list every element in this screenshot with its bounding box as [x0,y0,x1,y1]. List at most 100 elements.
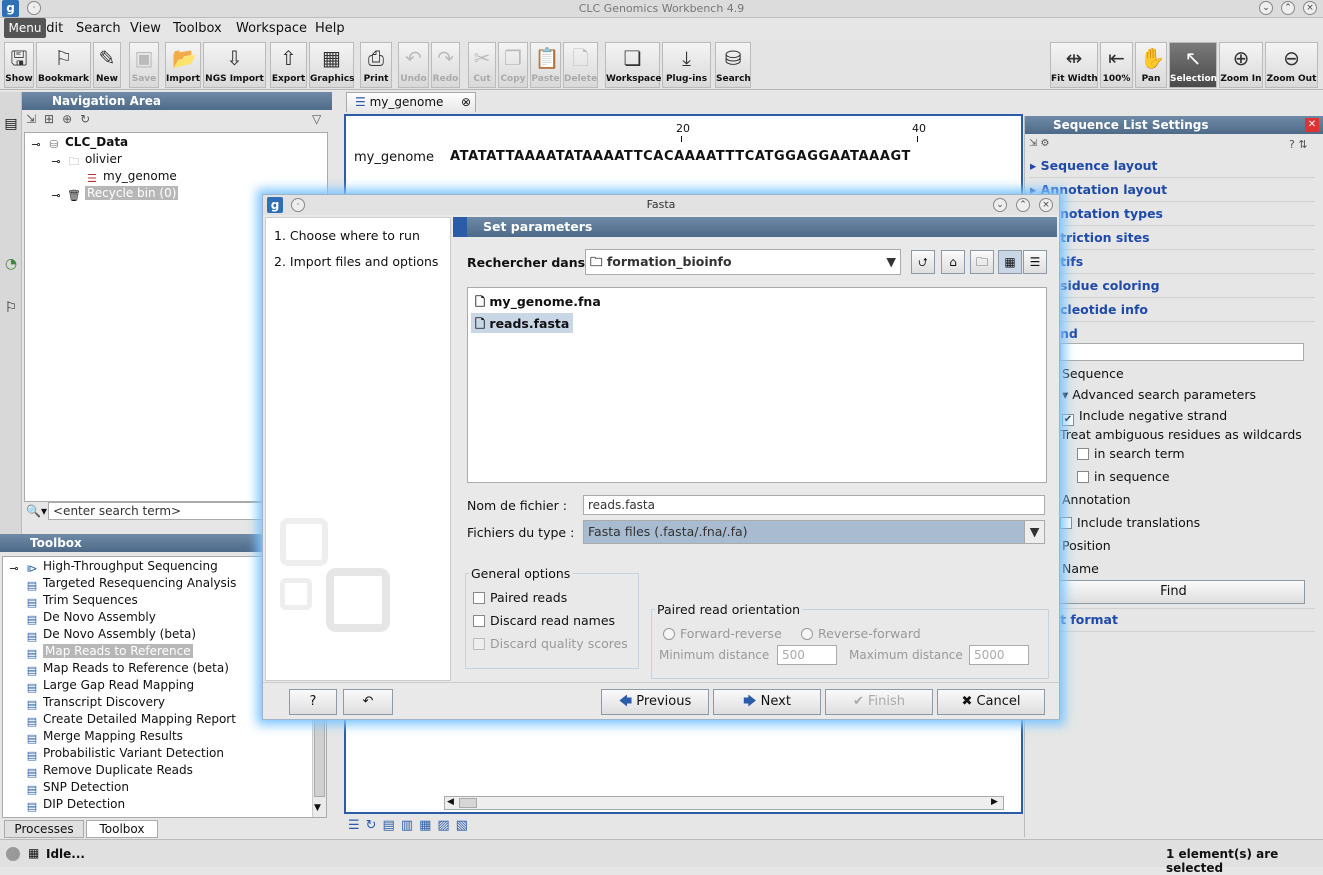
save-button[interactable]: ▣ Save [129,42,159,88]
delete-button[interactable]: 🗋 Delete [563,42,598,88]
toolbox-item[interactable]: ▤ Merge Mapping Results [25,729,183,746]
search-icon[interactable]: 🔍▾ [26,504,47,518]
section-sequence-layout[interactable]: ▸ Sequence layout [1030,158,1158,173]
toolbox-item[interactable]: ▤ Remove Duplicate Reads [25,763,193,780]
toolbox-item[interactable]: ▤ Probabilistic Variant Detection [25,746,224,763]
scroll-down-icon[interactable]: ▼ [314,803,321,813]
print-button[interactable]: ⎙ Print [360,42,392,88]
dialog-minimize-button[interactable]: ⌄ [993,198,1007,212]
scrollbar-thumb[interactable] [459,798,477,808]
menu-help[interactable]: Help [315,21,345,36]
close-tab-icon[interactable]: ⊗ [461,93,471,112]
settings-help-icon[interactable]: ? ⇅ [1289,138,1308,151]
tree-root[interactable]: ⊸ ⛁ CLC_Data [29,135,128,152]
filename-input[interactable]: reads.fasta [583,495,1045,515]
toolbox-category[interactable]: ⊸ ⧐ High-Throughput Sequencing [7,559,217,576]
find-input[interactable] [1060,343,1304,361]
discard-read-names-checkbox[interactable]: Discard read names [473,613,615,628]
toolbox-item[interactable]: ▤ Trim Sequences [25,593,138,610]
paste-button[interactable]: 📋 Paste [530,42,561,88]
minimize-button[interactable]: ⌄ [1259,1,1273,15]
cancel-button[interactable]: ✖ Cancel [937,689,1045,715]
toolbox-item[interactable]: ▤ Create Detailed Mapping Report [25,712,236,729]
toolbox-item[interactable]: ▤ Transcript Discovery [25,695,165,712]
in-sequence-checkbox[interactable]: in sequence [1077,469,1170,484]
scrollbar-thumb[interactable] [314,707,325,797]
list-view-button[interactable]: ▦ [998,250,1022,274]
tab-processes[interactable]: Processes [4,820,84,838]
horizontal-scrollbar[interactable]: ◀ ▶ [444,796,1004,810]
navigation-toolbar[interactable]: ⇲⊞⊕↻ [26,112,98,128]
graphics-button[interactable]: ▦ Graphics [309,42,355,88]
option-name[interactable]: Name [1062,561,1099,576]
bookmark-button[interactable]: ⚐ Bookmark [36,42,91,88]
discard-quality-checkbox[interactable]: Discard quality scores [473,636,628,651]
selection-button[interactable]: ↖ Selection [1169,42,1217,88]
section-nucleotide-info[interactable]: cleotide info [1060,302,1148,317]
section-motifs[interactable]: tifs [1060,254,1083,269]
dialog-menu-button[interactable]: · [291,198,305,212]
paired-reads-checkbox[interactable]: Paired reads [473,590,567,605]
find-button[interactable]: Find [1042,580,1305,604]
cut-button[interactable]: ✂ Cut [468,42,496,88]
filter-icon[interactable]: ▽ [312,112,321,126]
section-annotation-types[interactable]: notation types [1060,206,1163,221]
history-dock-icon[interactable]: ◔ [2,256,20,276]
ngs-import-button[interactable]: ⇩ NGS Import [203,42,266,88]
plugins-button[interactable]: ⤓ Plug-ins [662,42,711,88]
zoom-100-button[interactable]: ⇤ 100% [1100,42,1133,88]
min-distance-input[interactable]: 500 [777,645,837,665]
home-button[interactable]: ⌂ [941,250,965,274]
workspace-button[interactable]: ❏ Workspace [605,42,662,88]
show-button[interactable]: 🖫 Show [4,42,34,88]
import-button[interactable]: 📂 Import [165,42,201,88]
next-button[interactable]: 🡆 Next [713,689,821,715]
forward-reverse-radio[interactable]: Forward-reverse [663,626,782,641]
finish-button[interactable]: ✔ Finish [825,689,933,715]
advanced-search-toggle[interactable]: ▾ Advanced search parameters [1062,387,1256,402]
tab-toolbox[interactable]: Toolbox [86,820,158,838]
sequence-residues[interactable]: ATATATTAAAATATAAAATTCACAAAATTTCATGGAGGAA… [450,149,911,164]
reverse-forward-radio[interactable]: Reverse-forward [801,626,921,641]
help-button[interactable]: ? [289,689,337,715]
tree-recycle-bin[interactable]: ⊸ 🗑 Recycle bin (0) [49,186,179,203]
new-folder-button[interactable]: 🗀 [970,250,994,274]
section-restriction-sites[interactable]: triction sites [1060,230,1150,245]
scroll-right-icon[interactable]: ▶ [991,797,998,807]
menu-view[interactable]: View [130,21,161,36]
toolbox-item[interactable]: ▤ Large Gap Read Mapping [25,678,194,695]
undo-button[interactable]: ↶ Undo [398,42,429,88]
toolbox-item[interactable]: ▤ Map Reads to Reference (beta) [25,661,229,678]
redo-button[interactable]: ↷ Redo [431,42,460,88]
details-view-button[interactable]: ☰ [1023,250,1047,274]
previous-button[interactable]: 🡄 Previous [601,689,709,715]
new-button[interactable]: ✎ New [93,42,121,88]
menu-workspace[interactable]: Workspace [236,21,307,36]
up-folder-button[interactable]: ⮍ [911,250,935,274]
scroll-left-icon[interactable]: ◀ [447,797,454,807]
file-item-my-genome[interactable]: 🗋 my_genome.fna [471,291,605,311]
bookmark-dock-icon[interactable]: ⚐ [2,300,20,320]
maximize-button[interactable]: ⌃ [1281,1,1295,15]
fit-width-button[interactable]: ⇹ Fit Width [1050,42,1098,88]
max-distance-input[interactable]: 5000 [969,645,1029,665]
option-annotation[interactable]: Annotation [1062,492,1131,507]
zoom-out-button[interactable]: ⊖ Zoom Out [1265,42,1318,88]
section-find[interactable]: nd [1060,326,1078,341]
zoom-in-button[interactable]: ⊕ Zoom In [1219,42,1263,88]
close-button[interactable]: × [1303,1,1317,15]
pan-button[interactable]: ✋ Pan [1135,42,1167,88]
view-switcher[interactable]: ☰↻▤▥▦▨▧ [348,818,474,833]
include-translations-checkbox[interactable]: Include translations [1060,515,1200,530]
menu-toolbox[interactable]: Toolbox [173,21,222,36]
include-negative-strand-checkbox[interactable]: ✔ Include negative strand [1062,408,1227,426]
navigation-dock-icon[interactable]: ▤ [2,116,20,136]
dialog-maximize-button[interactable]: ⌃ [1016,198,1030,212]
reset-button[interactable]: ↶ [343,689,393,715]
toolbox-item[interactable]: ▤ De Novo Assembly (beta) [25,627,196,644]
option-sequence[interactable]: Sequence [1062,366,1124,381]
copy-button[interactable]: ❐ Copy [498,42,528,88]
section-text-format[interactable]: t format [1060,612,1118,627]
toolbox-item[interactable]: ▤ Targeted Resequencing Analysis [25,576,237,593]
toolbox-item[interactable]: ▤ SNP Detection [25,780,129,797]
